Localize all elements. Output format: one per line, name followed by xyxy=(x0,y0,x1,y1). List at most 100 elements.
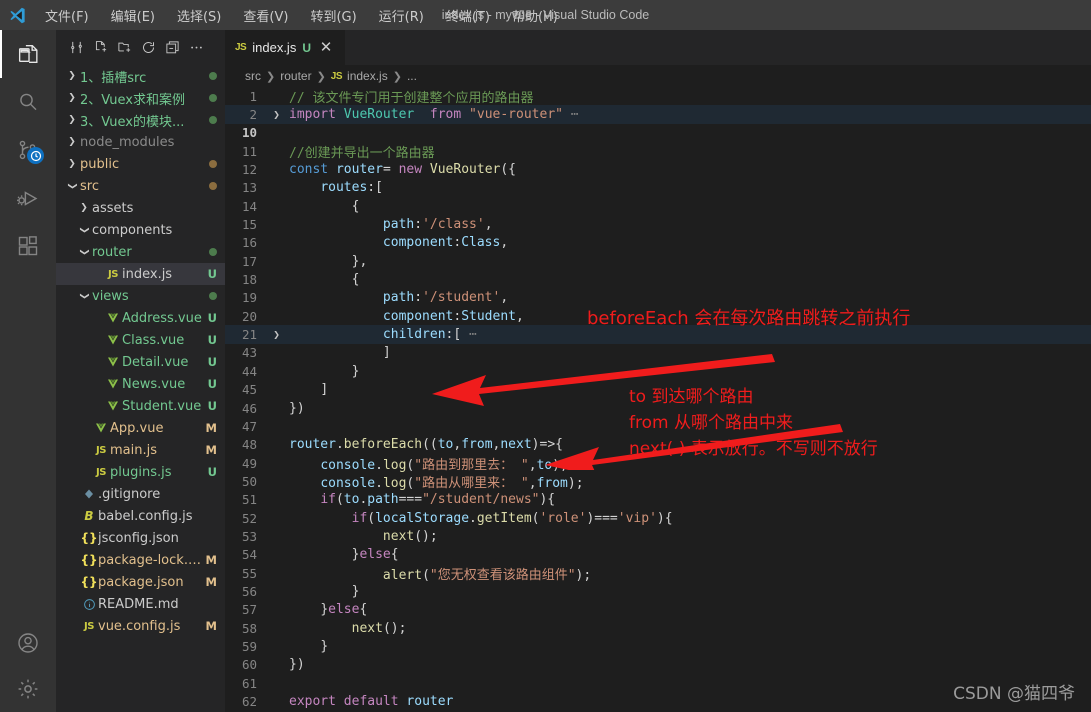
code-line[interactable]: 43 ] xyxy=(225,344,1091,362)
code-line[interactable]: 14 { xyxy=(225,197,1091,215)
menu-edit[interactable]: 编辑(E) xyxy=(100,3,166,28)
tree-item-class.vue[interactable]: Class.vue U xyxy=(56,329,225,351)
refresh-explorer-button[interactable] xyxy=(137,37,159,59)
tree-item-label: vue.config.js xyxy=(98,618,181,634)
code-line[interactable]: 11 //创建并导出一个路由器 xyxy=(225,142,1091,161)
menu-view[interactable]: 查看(V) xyxy=(232,3,299,28)
code-line[interactable]: 47 xyxy=(225,417,1091,435)
tree-item-plugins.js[interactable]: JS plugins.js U xyxy=(56,461,225,483)
code-line-text: } xyxy=(351,363,360,379)
code-line[interactable]: 54 }else{ xyxy=(225,546,1091,564)
fold-chevron-icon[interactable]: ❯ xyxy=(269,328,284,341)
code-line[interactable]: 44 } xyxy=(225,362,1091,380)
activity-source-control[interactable] xyxy=(0,126,56,174)
tree-item-components[interactable]: ❯ components xyxy=(56,219,225,241)
tree-item-assets[interactable]: ❯ assets xyxy=(56,197,225,219)
code-line[interactable]: 2 ❯ import VueRouter from "vue-router" ⋯ xyxy=(225,105,1091,124)
tree-item-vue.config.js[interactable]: JS vue.config.js M xyxy=(56,615,225,637)
code-line[interactable]: 55 alert("您无权查看该路由组件"); xyxy=(225,564,1091,583)
code-line[interactable]: 45 ] xyxy=(225,381,1091,399)
menu-help[interactable]: 帮助(H) xyxy=(501,3,569,28)
activity-manage-settings[interactable] xyxy=(0,666,56,712)
code-line[interactable]: 59 } xyxy=(225,637,1091,655)
activity-account[interactable] xyxy=(0,620,56,666)
tree-item-public[interactable]: ❯ public xyxy=(56,153,225,175)
code-line[interactable]: 48 router.beforeEach((to,from,next)=>{ xyxy=(225,436,1091,454)
code-line[interactable]: 12 const router= new VueRouter({ xyxy=(225,160,1091,178)
line-number: 10 xyxy=(241,125,257,141)
breadcrumb-item-symbol[interactable]: ... xyxy=(407,69,417,83)
tree-item-label: package-lock.json xyxy=(98,552,202,568)
code-editor[interactable]: 1 // 该文件专门用于创建整个应用的路由器 2 ❯ import VueRouter … xyxy=(225,87,1091,712)
code-line[interactable]: 50 console.log("路由从哪里来： ",from); xyxy=(225,472,1091,491)
menu-file[interactable]: 文件(F) xyxy=(34,3,100,28)
code-line[interactable]: 51 if(to.path==="/student/news"){ xyxy=(225,491,1091,509)
breadcrumb-item-router[interactable]: router xyxy=(280,69,311,83)
tree-item-views[interactable]: ❯ views xyxy=(56,285,225,307)
activity-run-debug[interactable] xyxy=(0,174,56,222)
tree-item-git-badge: U xyxy=(207,267,217,281)
activity-extensions[interactable] xyxy=(0,222,56,270)
file-tree[interactable]: ❯ 1、插槽src ❯ 2、Vuex求和案例 ❯ 3、Vuex的模块... ❯ node_mo… xyxy=(56,65,225,712)
tree-item-jsconfig.json[interactable]: {} jsconfig.json xyxy=(56,527,225,549)
tree-item-1src[interactable]: ❯ 1、插槽src xyxy=(56,65,225,87)
tree-item-router[interactable]: ❯ router xyxy=(56,241,225,263)
menu-go[interactable]: 转到(G) xyxy=(299,3,367,28)
tree-item-src[interactable]: ❯ src xyxy=(56,175,225,197)
code-line[interactable]: 1 // 该文件专门用于创建整个应用的路由器 xyxy=(225,87,1091,106)
code-line[interactable]: 17 }, xyxy=(225,252,1091,270)
code-line[interactable]: 20 component:Student, xyxy=(225,307,1091,325)
tree-item-address.vue[interactable]: Address.vue U xyxy=(56,307,225,329)
tree-item-detail.vue[interactable]: Detail.vue U xyxy=(56,351,225,373)
code-line[interactable]: 21 ❯ children:[ ⋯ xyxy=(225,325,1091,344)
tree-item-readme.md[interactable]: README.md xyxy=(56,593,225,615)
breadcrumb-item-src[interactable]: src xyxy=(245,69,261,83)
code-line[interactable]: 19 path:'/student', xyxy=(225,289,1091,307)
tree-item-package.json[interactable]: {} package.json M xyxy=(56,571,225,593)
activity-search[interactable] xyxy=(0,78,56,126)
activity-explorer[interactable] xyxy=(0,30,56,78)
fold-chevron-icon[interactable]: ❯ xyxy=(269,108,284,121)
code-line[interactable]: 53 next(); xyxy=(225,527,1091,545)
code-line[interactable]: 58 next(); xyxy=(225,619,1091,637)
menu-terminal[interactable]: 终端(T) xyxy=(435,3,501,28)
new-file-button[interactable] xyxy=(89,37,111,59)
code-line[interactable]: 56 } xyxy=(225,582,1091,600)
tree-item-babel.config.js[interactable]: Bbabel.config.js xyxy=(56,505,225,527)
tree-item-news.vue[interactable]: News.vue U xyxy=(56,373,225,395)
code-line[interactable]: 57 }else{ xyxy=(225,601,1091,619)
new-folder-button[interactable] xyxy=(113,37,135,59)
chevron-down-icon: ❯ xyxy=(79,226,89,234)
menu-selection[interactable]: 选择(S) xyxy=(166,3,232,28)
tree-item-3vuex...[interactable]: ❯ 3、Vuex的模块... xyxy=(56,109,225,131)
code-line[interactable]: 60}) xyxy=(225,656,1091,674)
code-line[interactable]: 13 routes:[ xyxy=(225,179,1091,197)
code-line-text: alert("您无权查看该路由组件"); xyxy=(382,567,592,583)
tree-item-nodemodules[interactable]: ❯ node_modules xyxy=(56,131,225,153)
code-line[interactable]: 16 component:Class, xyxy=(225,234,1091,252)
tab-index-js[interactable]: JS index.js U ✕ xyxy=(225,30,346,65)
tree-item-.gitignore[interactable]: .gitignore xyxy=(56,483,225,505)
tree-item-package-lock.json[interactable]: {}package-lock.jsonM xyxy=(56,549,225,571)
code-line[interactable]: 15 path:'/class', xyxy=(225,215,1091,233)
tree-item-2vuex[interactable]: ❯ 2、Vuex求和案例 xyxy=(56,87,225,109)
tree-item-label: .gitignore xyxy=(98,486,161,502)
more-actions-button[interactable] xyxy=(185,37,207,59)
code-line[interactable]: 61 xyxy=(225,674,1091,692)
code-line[interactable]: 49 console.log("路由到那里去： ",to); xyxy=(225,454,1091,473)
code-line[interactable]: 46}) xyxy=(225,399,1091,417)
line-number: 49 xyxy=(241,455,257,471)
code-line[interactable]: 52 if(localStorage.getItem('role')==='vi… xyxy=(225,509,1091,527)
close-icon[interactable]: ✕ xyxy=(317,40,335,55)
tree-item-label: Address.vue xyxy=(122,310,202,326)
tree-item-app.vue[interactable]: App.vue M xyxy=(56,417,225,439)
code-line[interactable]: 62 export default router xyxy=(225,692,1091,710)
code-line[interactable]: 10 xyxy=(225,124,1091,142)
menu-run[interactable]: 运行(R) xyxy=(368,3,435,28)
breadcrumb-item-file[interactable]: index.js xyxy=(347,69,388,83)
collapse-folders-button[interactable] xyxy=(161,37,183,59)
code-line[interactable]: 18 { xyxy=(225,270,1091,288)
tree-item-index.js[interactable]: JS index.js U xyxy=(56,263,225,285)
tree-item-student.vue[interactable]: Student.vue U xyxy=(56,395,225,417)
tree-item-main.js[interactable]: JS main.js M xyxy=(56,439,225,461)
